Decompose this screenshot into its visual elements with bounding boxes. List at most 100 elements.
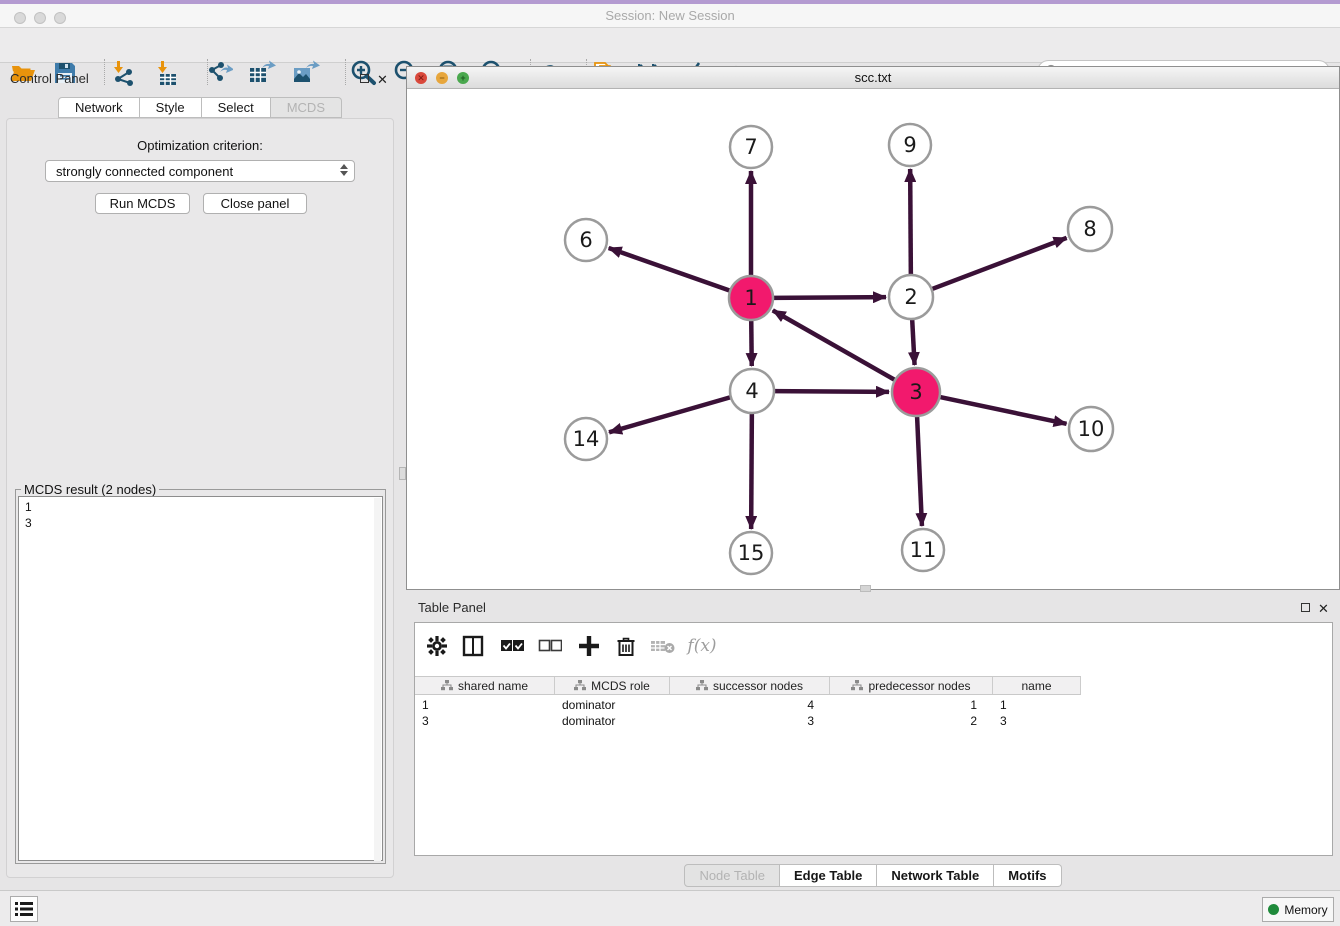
- graph-node-label: 8: [1083, 217, 1096, 241]
- graph-edge-1-6[interactable]: [609, 248, 731, 291]
- graph-edge-2-9[interactable]: [910, 169, 911, 275]
- control-panel-tabs: Network Style Select MCDS: [0, 97, 400, 118]
- result-scrollbar[interactable]: [374, 498, 381, 861]
- toolbar-separator: [104, 59, 105, 85]
- network-view-title: scc.txt: [407, 70, 1339, 85]
- cell-shared-name[interactable]: 3: [415, 713, 555, 729]
- export-table-icon[interactable]: [247, 59, 277, 87]
- graph-edge-3-10[interactable]: [939, 397, 1066, 424]
- splitter-handle[interactable]: [399, 467, 406, 480]
- cell-name[interactable]: 1: [993, 697, 1081, 713]
- column-type-icon: [574, 680, 586, 691]
- tab-network-table[interactable]: Network Table: [877, 864, 994, 887]
- graph-node-label: 14: [573, 427, 600, 451]
- table-panel-title: Table Panel: [418, 600, 486, 615]
- control-panel-title: Control Panel: [10, 71, 89, 86]
- import-table-icon[interactable]: [151, 59, 181, 87]
- table-panel-close-icon[interactable]: ✕: [1318, 603, 1329, 614]
- cell-shared-name[interactable]: 1: [415, 697, 555, 713]
- run-mcds-button[interactable]: Run MCDS: [95, 193, 190, 214]
- status-bar: Memory: [0, 890, 1340, 926]
- graph-node-label: 6: [579, 228, 592, 252]
- dropdown-arrows-icon: [340, 164, 348, 176]
- result-line: 1: [25, 499, 382, 515]
- column-header-successor-nodes[interactable]: successor nodes: [670, 677, 830, 694]
- column-header-shared-name[interactable]: shared name: [415, 677, 555, 694]
- control-panel-float-icon[interactable]: [360, 74, 369, 83]
- list-icon: [15, 901, 33, 917]
- control-panel-body: Optimization criterion: strongly connect…: [6, 118, 394, 878]
- graph-edge-2-3[interactable]: [912, 319, 914, 365]
- task-history-button[interactable]: [10, 896, 38, 922]
- tab-select[interactable]: Select: [202, 97, 271, 118]
- tab-mcds[interactable]: MCDS: [271, 97, 342, 118]
- select-all-icon[interactable]: [497, 631, 527, 661]
- main-toolbar: [0, 28, 1340, 63]
- table-panel-body: f(x) shared name MCDS role successor nod…: [414, 622, 1333, 856]
- column-header-name[interactable]: name: [993, 677, 1081, 694]
- cell-successor-nodes[interactable]: 3: [670, 713, 830, 729]
- graph-node-label: 2: [904, 285, 917, 309]
- cell-mcds-role[interactable]: dominator: [555, 713, 670, 729]
- graph-edge-1-2[interactable]: [773, 297, 886, 298]
- delete-column-icon[interactable]: [611, 631, 641, 661]
- table-panel-tabs: Node Table Edge Table Network Table Moti…: [406, 864, 1340, 887]
- graph-edge-2-8[interactable]: [932, 238, 1067, 289]
- graph-node-label: 7: [744, 135, 757, 159]
- cell-successor-nodes[interactable]: 4: [670, 697, 830, 713]
- column-header-predecessor-nodes[interactable]: predecessor nodes: [830, 677, 993, 694]
- tab-network[interactable]: Network: [58, 97, 140, 118]
- import-network-icon[interactable]: [107, 59, 137, 87]
- network-graph[interactable]: 7968124314101511: [407, 89, 1339, 589]
- splitter-handle[interactable]: [860, 585, 871, 592]
- tab-edge-table[interactable]: Edge Table: [780, 864, 877, 887]
- graph-edge-4-3[interactable]: [774, 391, 889, 392]
- cell-predecessor-nodes[interactable]: 2: [830, 713, 993, 729]
- optimization-criterion-label: Optimization criterion:: [7, 138, 393, 153]
- column-header-mcds-role[interactable]: MCDS role: [555, 677, 670, 694]
- add-column-icon[interactable]: [574, 631, 604, 661]
- table-row[interactable]: 1 dominator 4 1 1: [415, 697, 1081, 713]
- toolbar-separator: [345, 59, 346, 85]
- memory-label: Memory: [1284, 903, 1327, 917]
- cell-predecessor-nodes[interactable]: 1: [830, 697, 993, 713]
- tab-node-table[interactable]: Node Table: [684, 864, 780, 887]
- selected-option-label: strongly connected component: [56, 164, 233, 179]
- window-title: Session: New Session: [0, 8, 1340, 23]
- column-view-icon[interactable]: [458, 631, 488, 661]
- graph-edge-3-11[interactable]: [917, 416, 922, 526]
- export-image-icon[interactable]: [291, 59, 321, 87]
- cell-mcds-role[interactable]: dominator: [555, 697, 670, 713]
- control-panel-close-icon[interactable]: ✕: [377, 74, 388, 85]
- memory-button[interactable]: Memory: [1262, 897, 1334, 922]
- graph-node-label: 3: [909, 380, 922, 404]
- network-window-titlebar[interactable]: ✕ − + scc.txt: [407, 67, 1339, 89]
- table-row[interactable]: 3 dominator 3 2 3: [415, 713, 1081, 729]
- table-panel-float-icon[interactable]: [1301, 603, 1310, 612]
- graph-edge-4-15[interactable]: [751, 413, 752, 529]
- table-settings-icon[interactable]: [422, 631, 452, 661]
- tab-motifs[interactable]: Motifs: [994, 864, 1061, 887]
- application-window: Session: New Session: [0, 0, 1340, 926]
- graph-node-label: 11: [910, 538, 937, 562]
- column-type-icon: [851, 680, 863, 691]
- network-view-window: ✕ − + scc.txt 7968124314101511: [406, 66, 1340, 590]
- graph-edge-4-14[interactable]: [609, 397, 731, 432]
- column-type-icon: [441, 680, 453, 691]
- graph-node-label: 15: [738, 541, 765, 565]
- close-panel-button[interactable]: Close panel: [203, 193, 307, 214]
- optimization-criterion-select[interactable]: strongly connected component: [45, 160, 355, 182]
- export-network-icon[interactable]: [204, 59, 234, 87]
- main-titlebar: Session: New Session: [0, 4, 1340, 28]
- mcds-result-title: MCDS result (2 nodes): [21, 482, 159, 497]
- deselect-all-icon[interactable]: [535, 631, 565, 661]
- mcds-result-textarea[interactable]: 1 3: [18, 496, 383, 861]
- graph-edge-3-1[interactable]: [773, 310, 895, 380]
- graph-node-label: 1: [744, 286, 757, 310]
- memory-status-icon: [1268, 904, 1279, 915]
- result-line: 3: [25, 515, 382, 531]
- cell-name[interactable]: 3: [993, 713, 1081, 729]
- tab-style[interactable]: Style: [140, 97, 202, 118]
- delete-table-icon: [648, 631, 678, 661]
- function-builder-icon: f(x): [687, 631, 717, 661]
